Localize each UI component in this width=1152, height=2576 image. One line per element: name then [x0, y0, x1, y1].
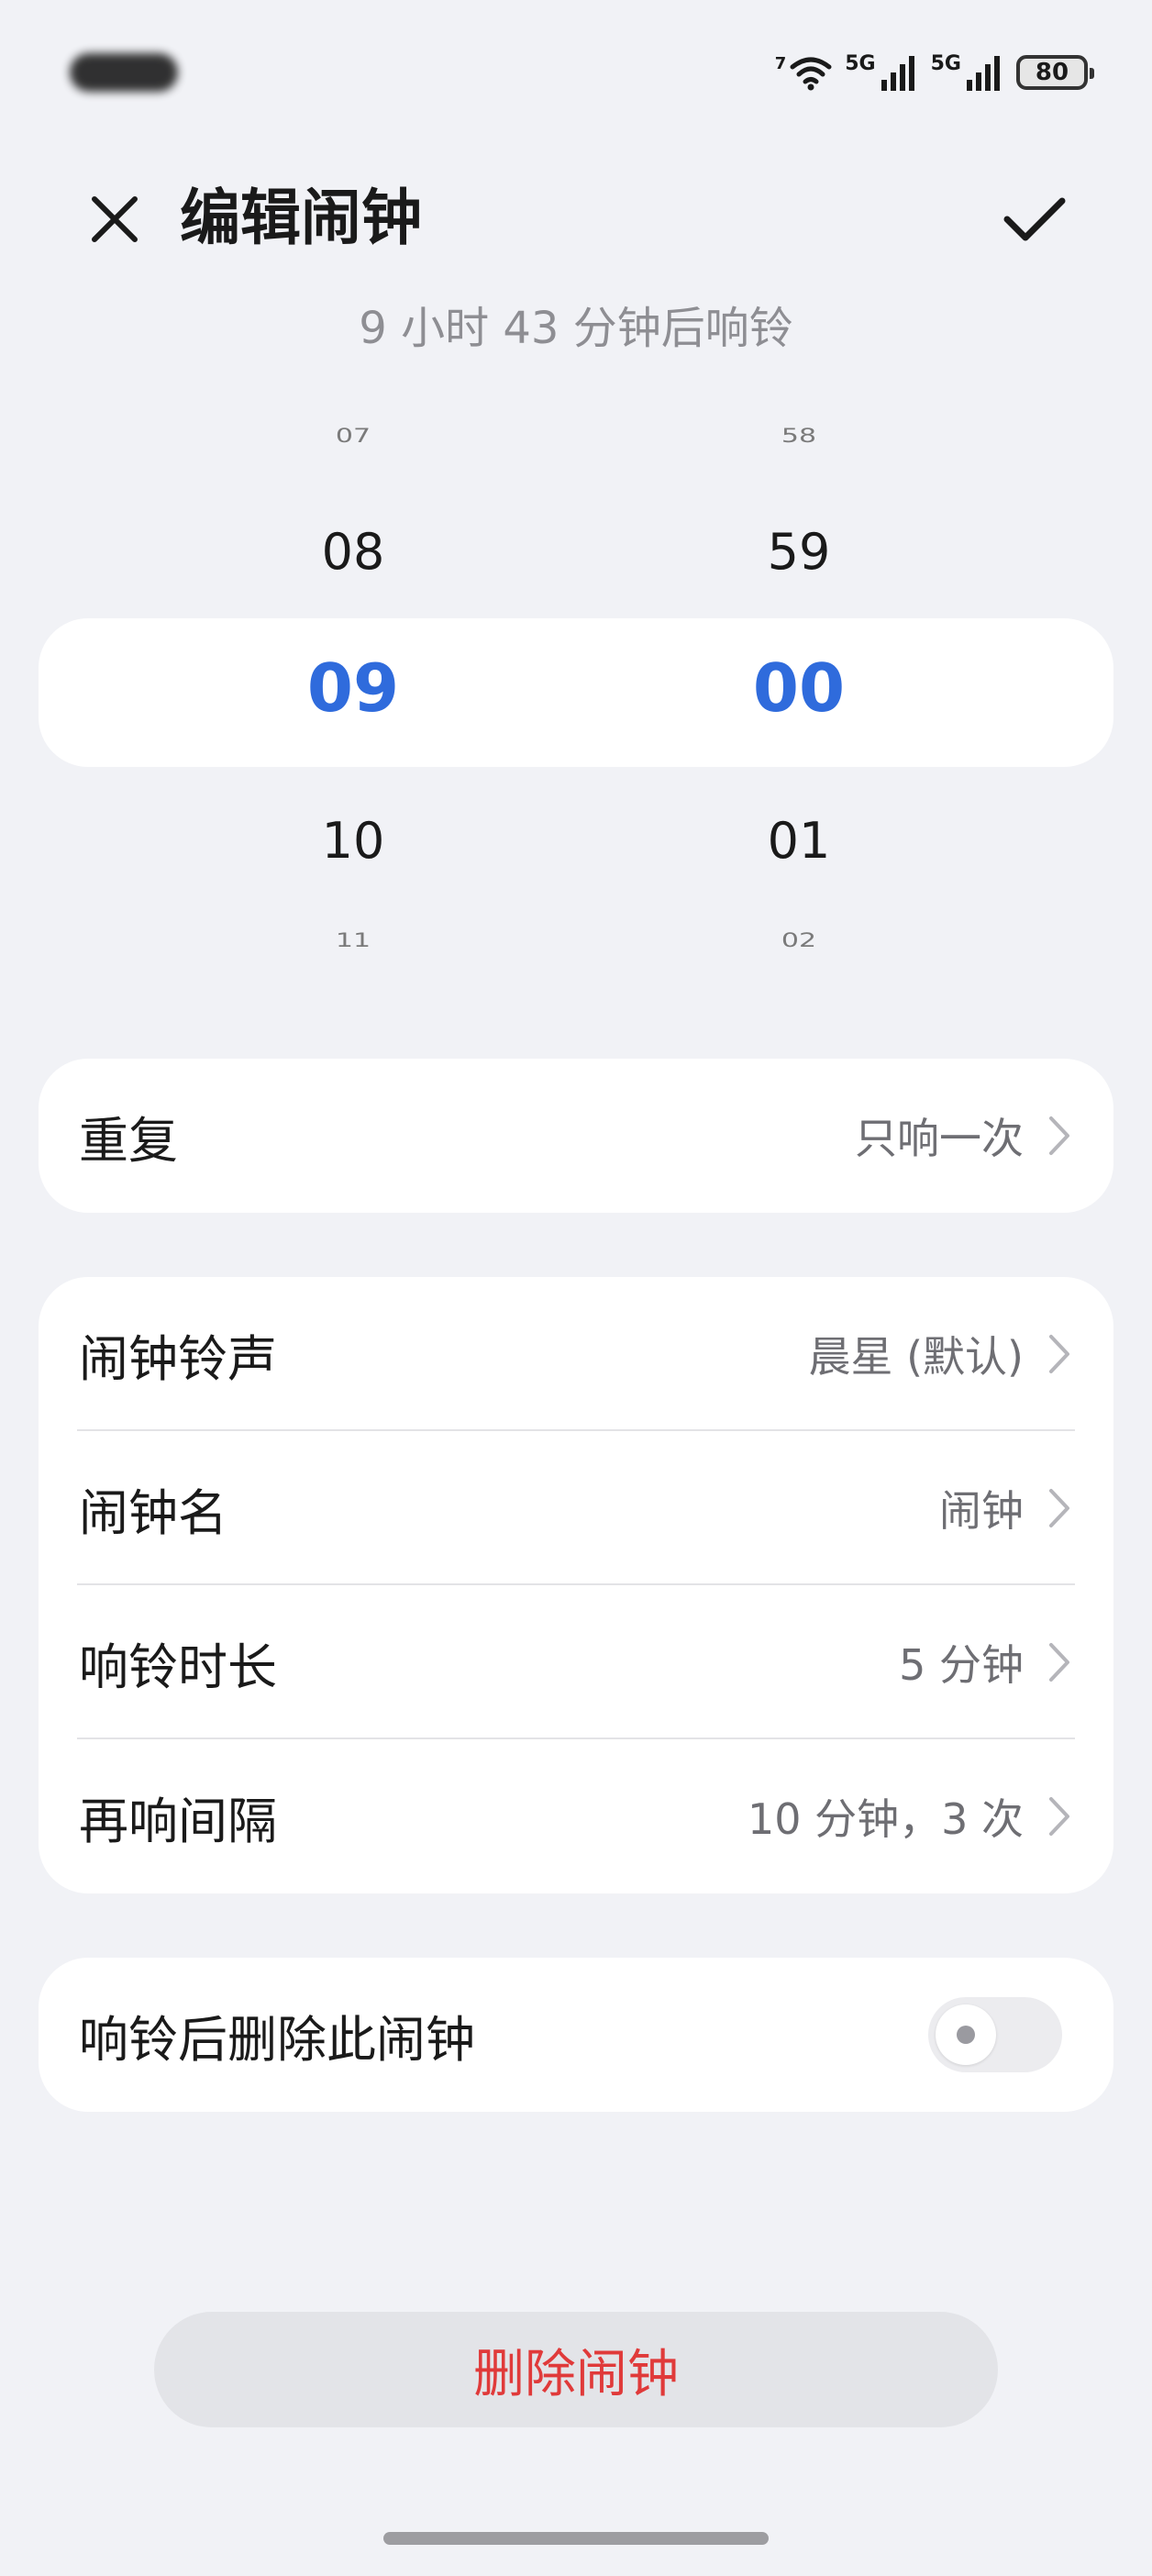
hour-option[interactable]: 10 — [216, 812, 491, 870]
alarm-name-row[interactable]: 闹钟名 闹钟 — [39, 1431, 1113, 1585]
chevron-right-icon — [1046, 1114, 1073, 1158]
status-bar: 7 5G 5G 80 — [0, 0, 1152, 147]
hour-selected[interactable]: 09 — [216, 650, 491, 727]
ring-duration-value: 5 分钟 — [899, 1640, 1024, 1690]
toggle-knob — [936, 2004, 996, 2065]
delete-after-toggle[interactable] — [928, 1997, 1062, 2072]
delete-after-row[interactable]: 响铃后删除此闹钟 — [39, 1958, 1113, 2112]
repeat-card: 重复 只响一次 — [39, 1059, 1113, 1213]
page-title: 编辑闹钟 — [180, 183, 422, 253]
sim1-label: 5G — [845, 52, 876, 75]
minute-option[interactable]: 02 — [661, 929, 936, 952]
settings-card: 闹钟铃声 晨星 (默认) 闹钟名 闹钟 响铃时长 5 分钟 再响间隔 10 分钟… — [39, 1277, 1113, 1893]
snooze-interval-value: 10 分钟，3 次 — [747, 1794, 1024, 1844]
ringtone-label: 闹钟铃声 — [79, 1329, 277, 1388]
alarm-name-label: 闹钟名 — [79, 1483, 227, 1542]
signal-icon-sim2: 5G — [931, 54, 1003, 91]
snooze-interval-label: 再响间隔 — [79, 1792, 277, 1850]
alarm-name-value: 闹钟 — [939, 1486, 1024, 1536]
delete-alarm-button[interactable]: 删除闹钟 — [154, 2312, 998, 2427]
confirm-button[interactable] — [991, 185, 1079, 253]
minute-selected[interactable]: 00 — [661, 650, 936, 727]
time-picker[interactable]: 07 08 09 10 11 58 59 00 01 02 — [0, 404, 1152, 991]
ringtone-row[interactable]: 闹钟铃声 晨星 (默认) — [39, 1277, 1113, 1431]
signal-icon-sim1: 5G — [845, 54, 917, 91]
minute-option[interactable]: 01 — [661, 812, 936, 870]
ringtone-value: 晨星 (默认) — [808, 1332, 1024, 1382]
minute-wheel[interactable]: 58 59 00 01 02 — [661, 404, 936, 991]
countdown-text: 9 小时 43 分钟后响铃 — [359, 303, 793, 354]
carrier-time-blurred — [70, 53, 178, 92]
close-button[interactable] — [81, 185, 149, 253]
chevron-right-icon — [1046, 1486, 1073, 1530]
wifi-icon: 7 — [775, 54, 833, 91]
repeat-label: 重复 — [79, 1111, 178, 1170]
picker-selection-highlight — [39, 618, 1113, 767]
hour-option[interactable]: 08 — [216, 523, 491, 581]
chevron-right-icon — [1046, 1332, 1073, 1376]
repeat-value: 只响一次 — [855, 1114, 1024, 1163]
ring-duration-row[interactable]: 响铃时长 5 分钟 — [39, 1585, 1113, 1739]
header: 编辑闹钟 — [0, 165, 1152, 266]
delete-after-label: 响铃后删除此闹钟 — [79, 2010, 475, 2069]
sim2-label: 5G — [930, 52, 961, 75]
check-icon — [1003, 197, 1066, 241]
minute-option[interactable]: 58 — [661, 425, 936, 448]
status-icons: 7 5G 5G 80 — [775, 46, 1094, 99]
battery-level: 80 — [1035, 59, 1069, 86]
hour-option[interactable]: 11 — [216, 929, 491, 952]
snooze-interval-row[interactable]: 再响间隔 10 分钟，3 次 — [39, 1739, 1113, 1893]
wifi-badge: 7 — [774, 54, 787, 73]
home-indicator[interactable] — [383, 2532, 769, 2545]
hour-wheel[interactable]: 07 08 09 10 11 — [216, 404, 491, 991]
repeat-row[interactable]: 重复 只响一次 — [39, 1059, 1113, 1213]
minute-option[interactable]: 59 — [661, 523, 936, 581]
hour-option[interactable]: 07 — [216, 425, 491, 448]
close-icon — [92, 196, 138, 242]
battery-icon: 80 — [1016, 55, 1094, 90]
delete-after-card: 响铃后删除此闹钟 — [39, 1958, 1113, 2112]
ring-duration-label: 响铃时长 — [79, 1638, 277, 1696]
chevron-right-icon — [1046, 1794, 1073, 1838]
chevron-right-icon — [1046, 1640, 1073, 1684]
